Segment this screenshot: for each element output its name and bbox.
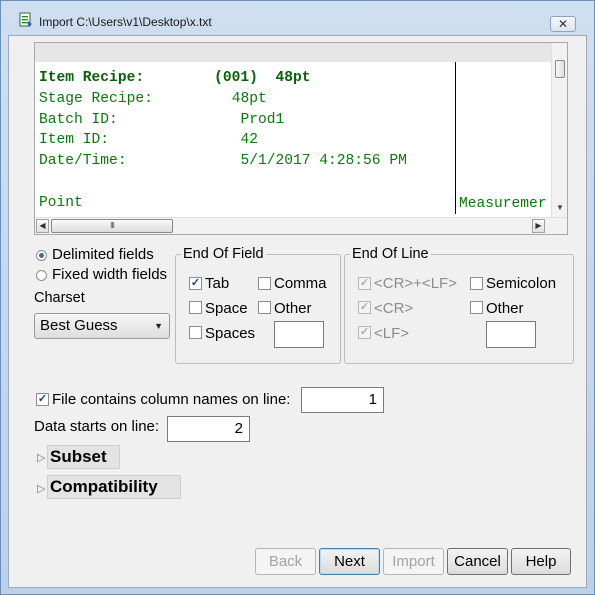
delimited-fields-label[interactable]: Delimited fields bbox=[52, 246, 154, 263]
chevron-down-icon: ▼ bbox=[154, 321, 163, 331]
import-button[interactable]: Import bbox=[383, 548, 444, 575]
subset-expand-icon[interactable]: ▷ bbox=[37, 451, 45, 464]
charset-dropdown[interactable]: Best Guess ▼ bbox=[34, 313, 170, 339]
scroll-left-arrow-icon[interactable]: ◀ bbox=[36, 219, 49, 233]
data-start-line-input[interactable]: 2 bbox=[167, 416, 250, 442]
import-file-icon bbox=[19, 12, 32, 27]
comma-label[interactable]: Comma bbox=[274, 275, 327, 292]
preview-line: Batch ID: Prod1 bbox=[39, 111, 285, 128]
next-button[interactable]: Next bbox=[319, 548, 380, 575]
charset-label: Charset bbox=[34, 290, 85, 306]
other-line-checkbox[interactable] bbox=[470, 301, 483, 314]
close-icon: ✕ bbox=[557, 17, 569, 31]
compatibility-section-header[interactable]: Compatibility bbox=[47, 475, 181, 499]
end-of-line-title: End Of Line bbox=[350, 246, 431, 262]
help-button[interactable]: Help bbox=[511, 548, 571, 575]
preview-horizontal-scrollbar[interactable]: ◀ III ▶ bbox=[35, 217, 567, 234]
back-button[interactable]: Back bbox=[255, 548, 316, 575]
close-button[interactable]: ✕ bbox=[550, 16, 576, 32]
end-of-field-title: End Of Field bbox=[181, 246, 266, 262]
file-preview[interactable]: Item Recipe: (001) 48pt Stage Recipe: 48… bbox=[34, 42, 568, 235]
crlf-checkbox[interactable]: ✓ bbox=[358, 277, 371, 290]
cancel-button[interactable]: Cancel bbox=[447, 548, 508, 575]
preview-point-label: Point bbox=[39, 194, 83, 211]
preview-header-row bbox=[35, 43, 551, 62]
preview-line: Stage Recipe: 48pt bbox=[39, 90, 267, 107]
tab-label[interactable]: Tab bbox=[205, 275, 229, 292]
preview-measurement-label: Measuremer bbox=[459, 196, 547, 212]
fixed-width-fields-label[interactable]: Fixed width fields bbox=[52, 266, 167, 283]
tab-checkbox[interactable]: ✓ bbox=[189, 277, 202, 290]
preview-column-separator bbox=[455, 62, 456, 214]
column-names-line-input[interactable]: 1 bbox=[301, 387, 384, 413]
spaces-checkbox[interactable] bbox=[189, 326, 202, 339]
preview-line: Item ID: 42 bbox=[39, 132, 258, 149]
data-start-label: Data starts on line: bbox=[34, 418, 160, 435]
other-line-input[interactable] bbox=[486, 321, 536, 348]
horizontal-scroll-thumb[interactable]: III bbox=[51, 219, 173, 233]
other-line-label[interactable]: Other bbox=[486, 300, 524, 317]
scroll-down-arrow-icon[interactable]: ▼ bbox=[556, 203, 564, 212]
semicolon-label[interactable]: Semicolon bbox=[486, 275, 556, 292]
preview-vertical-scrollbar[interactable]: ▼ bbox=[551, 43, 567, 217]
other-field-checkbox[interactable] bbox=[258, 301, 271, 314]
title-bar[interactable]: Import C:\Users\v1\Desktop\x.txt ✕ bbox=[1, 1, 594, 35]
space-label[interactable]: Space bbox=[205, 300, 248, 317]
lf-label[interactable]: <LF> bbox=[374, 325, 409, 342]
compatibility-expand-icon[interactable]: ▷ bbox=[37, 482, 45, 495]
semicolon-checkbox[interactable] bbox=[470, 277, 483, 290]
vertical-scroll-thumb[interactable] bbox=[555, 60, 565, 78]
preview-line: Date/Time: 5/1/2017 4:28:56 PM bbox=[39, 153, 407, 170]
cr-label[interactable]: <CR> bbox=[374, 300, 413, 317]
other-field-input[interactable] bbox=[274, 321, 324, 348]
preview-line: Item Recipe: (001) 48pt bbox=[39, 70, 311, 86]
charset-value: Best Guess bbox=[40, 317, 118, 334]
preview-text: Item Recipe: (001) 48pt Stage Recipe: 48… bbox=[39, 68, 407, 214]
column-names-checkbox[interactable]: ✓ bbox=[36, 393, 49, 406]
lf-checkbox[interactable]: ✓ bbox=[358, 326, 371, 339]
window-title: Import C:\Users\v1\Desktop\x.txt bbox=[39, 15, 212, 29]
subset-section-header[interactable]: Subset bbox=[47, 445, 120, 469]
crlf-label[interactable]: <CR>+<LF> bbox=[374, 275, 457, 292]
fixed-width-fields-radio[interactable] bbox=[36, 270, 47, 281]
column-names-label[interactable]: File contains column names on line: bbox=[52, 391, 290, 408]
spaces-label[interactable]: Spaces bbox=[205, 325, 255, 342]
scroll-right-arrow-icon[interactable]: ▶ bbox=[532, 219, 545, 233]
cr-checkbox[interactable]: ✓ bbox=[358, 301, 371, 314]
other-field-label[interactable]: Other bbox=[274, 300, 312, 317]
space-checkbox[interactable] bbox=[189, 301, 202, 314]
comma-checkbox[interactable] bbox=[258, 277, 271, 290]
import-dialog-window: Import C:\Users\v1\Desktop\x.txt ✕ Item … bbox=[0, 0, 595, 595]
delimited-fields-radio[interactable] bbox=[36, 250, 47, 261]
